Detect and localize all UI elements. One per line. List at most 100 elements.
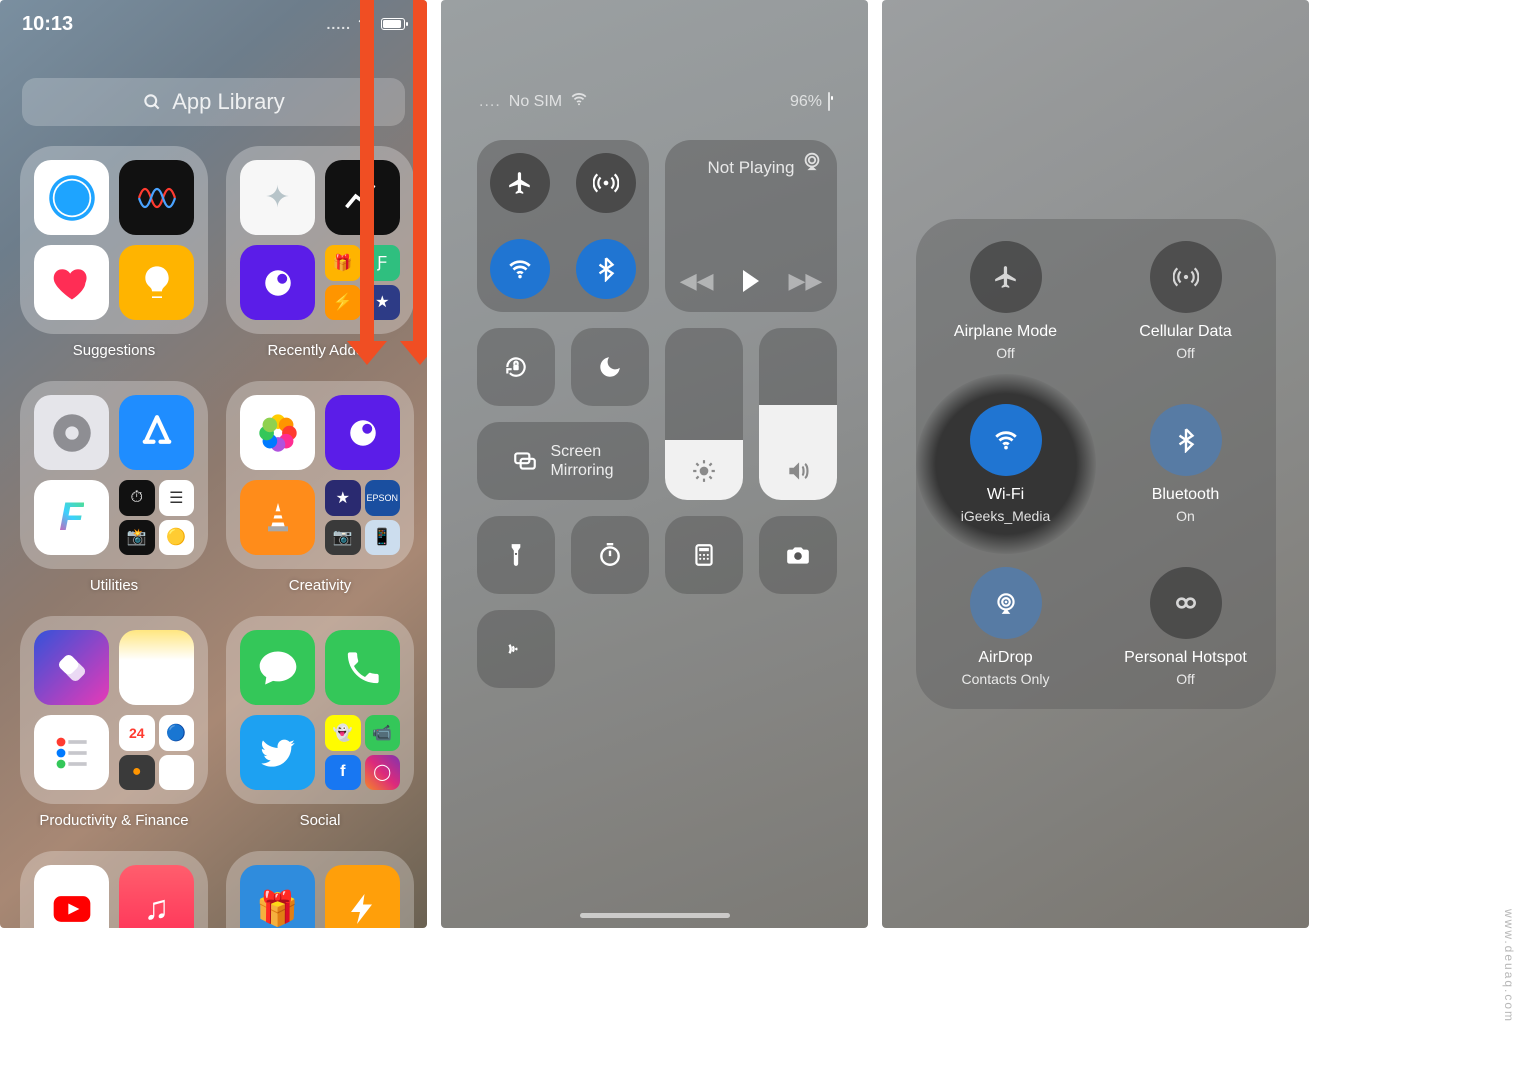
reminders-icon[interactable] — [34, 715, 109, 790]
bluetooth-toggle[interactable] — [576, 239, 636, 299]
mini-folder[interactable]: 24 🔵 ● — [119, 715, 194, 790]
pod-label: Suggestions — [73, 342, 156, 359]
airplane-icon — [970, 241, 1042, 313]
cell-title: Airplane Mode — [954, 323, 1057, 341]
do-not-disturb-toggle[interactable] — [571, 328, 649, 406]
voice-memos-icon[interactable] — [119, 160, 194, 235]
bolt-app-icon[interactable] — [325, 865, 400, 928]
volume-slider[interactable] — [759, 328, 837, 500]
calculator-button[interactable] — [665, 516, 743, 594]
grid-app-icon[interactable]: ✦ — [240, 160, 315, 235]
control-center-grid: Not Playing ◀◀ ▶▶ ScreenMirrorin — [477, 140, 832, 888]
pod-box: F ⏱ ☰ 📸 🟡 — [20, 381, 208, 569]
cellular-data-cell[interactable]: Cellular Data Off — [1096, 219, 1276, 382]
messages-icon[interactable] — [240, 630, 315, 705]
camera-button[interactable] — [759, 516, 837, 594]
cell-sub: Off — [996, 345, 1014, 361]
purple-v-icon[interactable] — [325, 395, 400, 470]
cell-title: Wi-Fi — [987, 486, 1024, 504]
cell-sub: Off — [1176, 671, 1194, 687]
purple-app-icon[interactable] — [240, 245, 315, 320]
pod-box: ♫ — [20, 851, 208, 928]
gift-app-icon[interactable]: 🎁 — [240, 865, 315, 928]
timer-button[interactable] — [571, 516, 649, 594]
hotspot-icon — [1150, 567, 1222, 639]
cell-title: Personal Hotspot — [1124, 649, 1247, 667]
swipe-down-arrow — [413, 0, 427, 343]
health-icon[interactable] — [34, 245, 109, 320]
airplane-toggle[interactable] — [490, 153, 550, 213]
photos-icon[interactable] — [240, 395, 315, 470]
now-playing-label: Not Playing — [665, 158, 837, 178]
mini-folder[interactable]: ★ EPSON 📷 📱 — [325, 480, 400, 555]
pod-label: Utilities — [90, 577, 138, 594]
pod-label: Social — [300, 812, 341, 829]
pod-social[interactable]: 👻 📹 f ◯ Social — [226, 616, 414, 829]
pod-label: Productivity & Finance — [39, 812, 188, 829]
mirror-label-2: Mirroring — [550, 461, 613, 480]
cell-signal-dots: .... — [479, 93, 501, 111]
app-library-search[interactable]: App Library — [22, 78, 405, 126]
screen-mirroring-tile[interactable]: ScreenMirroring — [477, 422, 649, 500]
cc-status-bar: .... No SIM 96% — [441, 90, 868, 113]
pod-recently-added[interactable]: ✦ 🎁 Ƒ ⚡ ★ Recently Added — [226, 146, 414, 359]
pod-utilities[interactable]: F ⏱ ☰ 📸 🟡 Utilities — [20, 381, 208, 594]
vlc-icon[interactable] — [240, 480, 315, 555]
twitter-icon[interactable] — [240, 715, 315, 790]
settings-icon[interactable] — [34, 395, 109, 470]
bluetooth-cell[interactable]: Bluetooth On — [1096, 382, 1276, 545]
notes-icon[interactable] — [119, 630, 194, 705]
mini-folder[interactable]: 👻 📹 f ◯ — [325, 715, 400, 790]
mirror-label-1: Screen — [550, 442, 613, 461]
wifi-toggle[interactable] — [490, 239, 550, 299]
brightness-slider[interactable] — [665, 328, 743, 500]
wifi-cell[interactable]: Wi-Fi iGeeks_Media — [916, 382, 1096, 545]
airplane-mode-cell[interactable]: Airplane Mode Off — [916, 219, 1096, 382]
cell-title: AirDrop — [978, 649, 1032, 667]
youtube-icon[interactable] — [34, 865, 109, 928]
flashlight-toggle[interactable] — [477, 516, 555, 594]
cell-sub: iGeeks_Media — [961, 508, 1051, 524]
nfc-reader-button[interactable] — [477, 610, 555, 688]
shortcuts-icon[interactable] — [34, 630, 109, 705]
pod-productivity-finance[interactable]: 24 🔵 ● Productivity & Finance — [20, 616, 208, 829]
cell-sub: Contacts Only — [962, 671, 1050, 687]
pod-partial-2[interactable]: 🎁 — [226, 851, 414, 928]
cell-sub: Off — [1176, 345, 1194, 361]
media-controls: ◀◀ ▶▶ — [665, 268, 837, 294]
apple-music-icon[interactable]: ♫ — [119, 865, 194, 928]
cellular-toggle[interactable] — [576, 153, 636, 213]
personal-hotspot-cell[interactable]: Personal Hotspot Off — [1096, 546, 1276, 709]
pod-partial-1[interactable]: ♫ — [20, 851, 208, 928]
orientation-lock-toggle[interactable] — [477, 328, 555, 406]
funky-f-icon[interactable]: F — [34, 480, 109, 555]
pod-box: ✦ 🎁 Ƒ ⚡ ★ — [226, 146, 414, 334]
home-indicator[interactable] — [580, 913, 730, 918]
phone-icon[interactable] — [325, 630, 400, 705]
tips-icon[interactable] — [119, 245, 194, 320]
pod-creativity[interactable]: ★ EPSON 📷 📱 Creativity — [226, 381, 414, 594]
search-placeholder: App Library — [172, 89, 285, 115]
watermark: www.deuaq.com — [1502, 909, 1516, 1023]
bluetooth-icon — [1150, 404, 1222, 476]
next-track-button[interactable]: ▶▶ — [788, 268, 822, 294]
connectivity-card: Airplane Mode Off Cellular Data Off Wi-F… — [916, 219, 1276, 709]
prev-track-button[interactable]: ◀◀ — [680, 268, 714, 294]
airdrop-cell[interactable]: AirDrop Contacts Only — [916, 546, 1096, 709]
swipe-down-arrow — [360, 0, 374, 343]
pod-box: 🎁 — [226, 851, 414, 928]
connectivity-detail-screen: Airplane Mode Off Cellular Data Off Wi-F… — [882, 0, 1309, 928]
cell-title: Cellular Data — [1139, 323, 1231, 341]
battery-icon — [381, 18, 405, 30]
connectivity-tile[interactable] — [477, 140, 649, 312]
pod-suggestions[interactable]: Suggestions — [20, 146, 208, 359]
pod-box — [20, 146, 208, 334]
safari-icon[interactable] — [34, 160, 109, 235]
now-playing-tile[interactable]: Not Playing ◀◀ ▶▶ — [665, 140, 837, 312]
battery-icon — [828, 93, 830, 111]
pod-box: 24 🔵 ● — [20, 616, 208, 804]
mini-folder[interactable]: ⏱ ☰ 📸 🟡 — [119, 480, 194, 555]
play-button[interactable] — [743, 270, 759, 292]
cell-signal-dots: ..... — [327, 16, 351, 32]
app-store-icon[interactable] — [119, 395, 194, 470]
